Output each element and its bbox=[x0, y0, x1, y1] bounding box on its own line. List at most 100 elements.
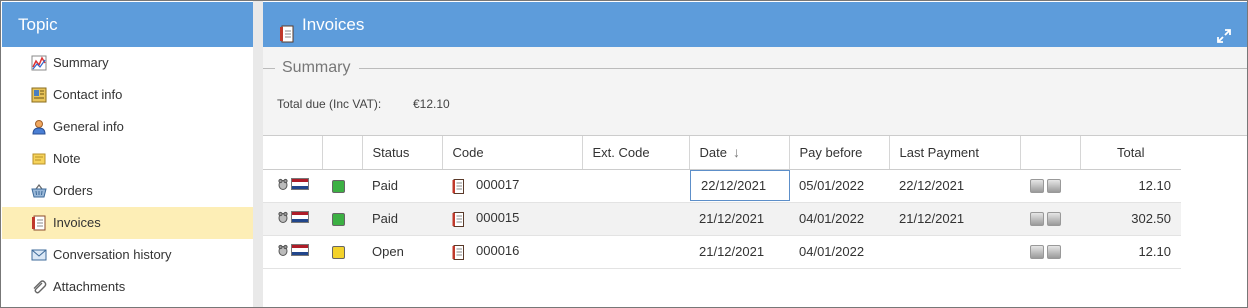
total-cell: 302.50 bbox=[1080, 202, 1181, 236]
code-cell[interactable]: 000015 bbox=[442, 202, 582, 236]
code-cell[interactable]: 000016 bbox=[442, 235, 582, 269]
column-header-total[interactable]: Total bbox=[1080, 136, 1181, 170]
status-indicator-cell bbox=[322, 169, 362, 203]
column-header-last-payment[interactable]: Last Payment bbox=[889, 136, 1021, 170]
mouse-icon[interactable] bbox=[277, 178, 289, 193]
total-due-label: Total due (Inc VAT): bbox=[277, 97, 382, 111]
sidebar-item-label: General info bbox=[53, 119, 124, 134]
total-due-value: €12.10 bbox=[413, 97, 450, 111]
topic-sidebar: Topic Summary Contact info General info … bbox=[2, 2, 253, 307]
invoices-table: Status Code Ext. Code Date ↓ Pay before L… bbox=[263, 136, 1181, 269]
sidebar-item-contact-info[interactable]: Contact info bbox=[2, 79, 253, 111]
status-cell: Paid bbox=[362, 202, 442, 236]
sidebar-item-label: Summary bbox=[53, 55, 109, 70]
paperclip-icon bbox=[31, 279, 47, 295]
sidebar-item-label: Note bbox=[53, 151, 81, 166]
action-button[interactable] bbox=[1047, 212, 1061, 227]
column-header-ext-code[interactable]: Ext. Code bbox=[582, 136, 690, 170]
invoice-icon bbox=[452, 178, 464, 194]
app-frame: Topic Summary Contact info General info … bbox=[0, 0, 1248, 308]
pay-before-cell: 05/01/2022 bbox=[789, 169, 889, 203]
date-value-selected[interactable]: 22/12/2021 bbox=[690, 170, 790, 201]
pay-before-cell: 04/01/2022 bbox=[789, 202, 889, 236]
summary-divider bbox=[263, 68, 275, 69]
expand-icon[interactable] bbox=[1216, 16, 1232, 43]
date-cell[interactable]: 22/12/2021 bbox=[689, 169, 790, 203]
actions-cell bbox=[1020, 169, 1080, 203]
column-header-indicator bbox=[322, 136, 363, 170]
panel-divider bbox=[253, 1, 263, 307]
column-header-actions bbox=[1020, 136, 1081, 170]
sidebar-item-label: Attachments bbox=[53, 279, 126, 294]
table-row[interactable]: Paid 000015 21/12/2021 04/01/2022 21/12/2021… bbox=[263, 202, 1181, 236]
actions-cell bbox=[1020, 202, 1080, 236]
column-header-flags bbox=[263, 136, 323, 170]
mouse-icon[interactable] bbox=[277, 211, 289, 226]
actions-cell bbox=[1020, 235, 1080, 269]
row-flags-cell bbox=[263, 169, 322, 203]
code-cell[interactable]: 000017 bbox=[442, 169, 582, 203]
action-button[interactable] bbox=[1030, 245, 1044, 260]
column-header-status[interactable]: Status bbox=[362, 136, 443, 170]
column-header-code[interactable]: Code bbox=[442, 136, 583, 170]
sidebar-item-attachments[interactable]: Attachments bbox=[2, 271, 253, 303]
last-payment-cell: 22/12/2021 bbox=[889, 169, 1020, 203]
ext-code-cell bbox=[582, 202, 689, 236]
sidebar-item-summary[interactable]: Summary bbox=[2, 47, 253, 79]
date-cell: 21/12/2021 bbox=[689, 235, 789, 269]
invoice-icon bbox=[452, 244, 464, 260]
panel-header: Invoices bbox=[263, 2, 1247, 47]
netherlands-flag-icon bbox=[291, 178, 309, 193]
netherlands-flag-icon bbox=[291, 244, 309, 259]
column-header-date[interactable]: Date ↓ bbox=[689, 136, 790, 170]
sidebar-item-label: Orders bbox=[53, 183, 93, 198]
status-indicator-icon bbox=[332, 213, 345, 227]
mouse-icon[interactable] bbox=[277, 244, 289, 259]
invoice-icon bbox=[452, 211, 464, 227]
status-cell: Open bbox=[362, 235, 442, 269]
invoice-icon bbox=[279, 15, 295, 43]
column-header-date-label: Date bbox=[699, 145, 727, 161]
sidebar-item-label: Conversation history bbox=[53, 247, 172, 262]
ext-code-cell bbox=[582, 235, 689, 269]
action-button[interactable] bbox=[1030, 179, 1044, 194]
row-flags-cell bbox=[263, 235, 322, 269]
sidebar-item-label: Invoices bbox=[53, 215, 101, 230]
table-header-row: Status Code Ext. Code Date ↓ Pay before L… bbox=[263, 136, 1181, 170]
sort-descending-icon: ↓ bbox=[732, 144, 740, 161]
netherlands-flag-icon bbox=[291, 211, 309, 226]
status-indicator-cell bbox=[322, 235, 362, 269]
sidebar-item-invoices[interactable]: Invoices bbox=[2, 207, 253, 239]
status-cell: Paid bbox=[362, 169, 442, 203]
action-button[interactable] bbox=[1030, 212, 1044, 227]
sidebar-item-note[interactable]: Note bbox=[2, 143, 253, 175]
code-value: 000015 bbox=[476, 210, 520, 226]
code-value: 000016 bbox=[476, 243, 520, 259]
envelope-icon bbox=[31, 247, 47, 263]
invoices-table-container: Status Code Ext. Code Date ↓ Pay before L… bbox=[263, 135, 1247, 307]
table-row[interactable]: Open 000016 21/12/2021 04/01/2022 12.10 bbox=[263, 235, 1181, 269]
sidebar-item-orders[interactable]: Orders bbox=[2, 175, 253, 207]
invoices-panel: Invoices Summary Total due (Inc VAT): €1… bbox=[263, 2, 1247, 307]
table-row[interactable]: Paid 000017 22/12/2021 05/01/2022 22/12/2021… bbox=[263, 169, 1181, 203]
date-cell: 21/12/2021 bbox=[689, 202, 789, 236]
sidebar-item-general-info[interactable]: General info bbox=[2, 111, 253, 143]
ext-code-cell bbox=[582, 169, 689, 203]
sidebar-item-label: Contact info bbox=[53, 87, 123, 102]
status-indicator-icon bbox=[332, 246, 345, 260]
sidebar-item-conversation-history[interactable]: Conversation history bbox=[2, 239, 253, 271]
code-value: 000017 bbox=[476, 177, 520, 193]
row-flags-cell bbox=[263, 202, 322, 236]
basket-icon bbox=[31, 183, 47, 199]
column-header-pay-before[interactable]: Pay before bbox=[789, 136, 890, 170]
last-payment-cell bbox=[889, 235, 1020, 269]
person-icon bbox=[31, 119, 47, 135]
sidebar-title: Topic bbox=[2, 2, 253, 47]
summary-legend: Summary bbox=[282, 59, 351, 76]
status-indicator-cell bbox=[322, 202, 362, 236]
pay-before-cell: 04/01/2022 bbox=[789, 235, 889, 269]
action-button[interactable] bbox=[1047, 245, 1061, 260]
action-button[interactable] bbox=[1047, 179, 1061, 194]
invoice-icon bbox=[31, 215, 47, 231]
total-cell: 12.10 bbox=[1080, 235, 1181, 269]
